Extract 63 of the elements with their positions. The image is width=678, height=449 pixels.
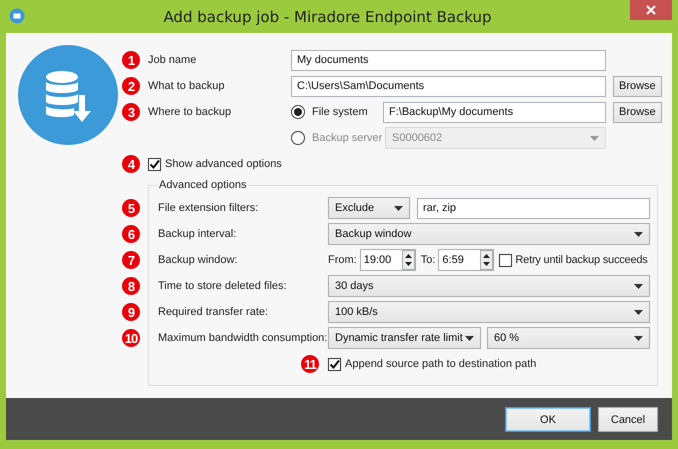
field-label: Time to store deleted files: — [158, 280, 288, 292]
dropdown[interactable]: Backup window — [328, 223, 650, 245]
step-number: 10 — [122, 329, 140, 347]
field-label: File extension filters: — [158, 202, 260, 214]
browse-button[interactable]: Browse — [613, 76, 662, 96]
dropdown[interactable]: Dynamic transfer rate limit — [328, 327, 481, 349]
field-label: Where to backup — [148, 106, 232, 118]
field-label: Maximum bandwidth consumption: — [158, 332, 328, 344]
caret-icon — [634, 284, 643, 288]
dropdown[interactable]: Exclude — [328, 197, 410, 219]
browse-button[interactable]: Browse — [613, 102, 662, 122]
checkbox-label[interactable]: Retry until backup succeeds — [515, 254, 648, 266]
step-number: 3 — [122, 103, 140, 121]
spinner-arrows-icon — [480, 250, 494, 270]
step-number: 1 — [122, 51, 140, 69]
time-spinner[interactable]: 19:00 — [360, 249, 416, 271]
dropdown[interactable]: 100 kB/s — [328, 301, 650, 323]
step-number: 9 — [122, 303, 140, 321]
field-label: Backup window: — [158, 254, 238, 266]
field-label: Backup interval: — [158, 228, 238, 240]
step-number: 5 — [122, 199, 140, 217]
step-number: 7 — [122, 251, 140, 269]
caret-icon — [634, 232, 643, 236]
step-number: 2 — [122, 77, 140, 95]
close-icon — [646, 5, 656, 15]
window-title: Add backup job - Miradore Endpoint Backup — [162, 7, 493, 26]
checkmark-icon — [329, 359, 340, 369]
step-number: 6 — [122, 225, 140, 243]
step-number: 4 — [122, 155, 140, 173]
dialog-button[interactable]: OK — [505, 407, 591, 432]
close-button[interactable] — [630, 0, 672, 20]
checkbox[interactable] — [148, 158, 161, 170]
caret-icon — [590, 136, 599, 140]
group-title: Advanced options — [158, 179, 248, 191]
field-label: What to backup — [148, 80, 226, 92]
dialog-button[interactable]: Cancel — [598, 407, 658, 432]
caret-icon — [634, 336, 643, 340]
caret-icon — [634, 310, 643, 314]
caret-icon — [394, 206, 403, 210]
field-label: Required transfer rate: — [158, 306, 270, 318]
checkbox-label[interactable]: Append source path to destination path — [345, 358, 536, 370]
checkmark-icon — [149, 159, 160, 169]
text-field[interactable]: F:\Backup\My documents — [383, 102, 606, 122]
text-field[interactable]: C:\Users\Sam\Documents — [291, 76, 606, 96]
field-label: Job name — [148, 54, 198, 66]
radio-label[interactable]: File system — [312, 106, 383, 118]
step-number: 8 — [122, 277, 140, 295]
radio-button[interactable] — [291, 105, 305, 119]
text-field[interactable]: My documents — [291, 50, 606, 70]
spinner-arrows-icon — [402, 250, 415, 270]
time-spinner[interactable]: 6:59 — [438, 249, 494, 271]
time-label: From: — [328, 254, 357, 266]
step-number: 11 — [301, 355, 319, 373]
checkbox-label[interactable]: Show advanced options — [165, 158, 282, 170]
checkbox[interactable] — [499, 254, 512, 266]
app-icon — [9, 8, 25, 24]
time-label: To: — [420, 254, 436, 266]
text-field[interactable]: rar, zip — [417, 198, 650, 218]
dropdown[interactable]: 60 % — [487, 327, 650, 349]
checkbox[interactable] — [328, 358, 341, 370]
caret-icon — [465, 336, 474, 340]
dropdown[interactable]: 30 days — [328, 275, 650, 297]
database-download-icon — [18, 45, 118, 145]
